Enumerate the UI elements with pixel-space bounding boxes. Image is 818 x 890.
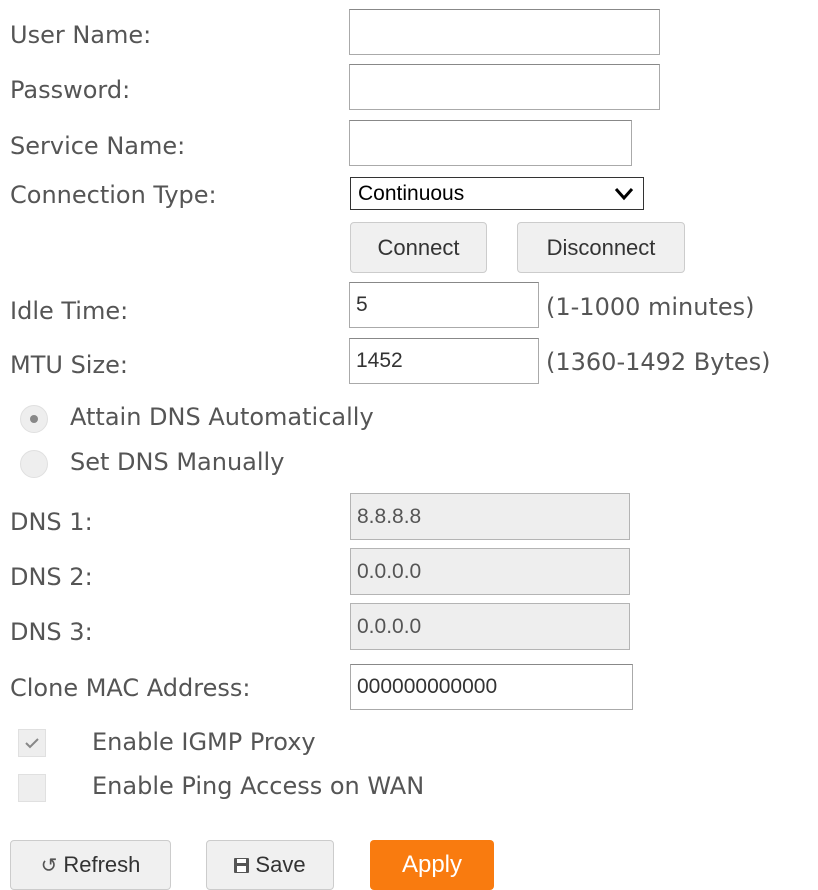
save-button-label: Save <box>255 852 306 877</box>
idle-time-input[interactable] <box>349 282 539 328</box>
user-name-input[interactable] <box>349 9 660 55</box>
connection-type-select[interactable]: Continuous <box>350 177 644 210</box>
dns3-input[interactable] <box>350 603 630 650</box>
idle-time-hint: (1-1000 minutes) <box>546 293 755 321</box>
dns2-label: DNS 2: <box>10 563 93 591</box>
dns2-input[interactable] <box>350 548 630 595</box>
refresh-button-label: Refresh <box>63 852 141 877</box>
refresh-button[interactable]: ↺ Refresh <box>10 840 171 890</box>
igmp-proxy-checkbox[interactable] <box>18 729 46 757</box>
refresh-icon: ↺ <box>40 854 58 877</box>
mtu-size-label: MTU Size: <box>10 351 128 379</box>
mtu-size-hint: (1360-1492 Bytes) <box>546 348 771 376</box>
password-label: Password: <box>10 76 131 104</box>
dns1-input[interactable] <box>350 493 630 540</box>
connection-type-value: Continuous <box>358 181 465 205</box>
attain-dns-auto-label: Attain DNS Automatically <box>70 403 374 431</box>
dns3-label: DNS 3: <box>10 618 93 646</box>
idle-time-label: Idle Time: <box>10 297 129 325</box>
service-name-label: Service Name: <box>10 132 186 160</box>
disconnect-button[interactable]: Disconnect <box>517 222 685 273</box>
connection-type-label: Connection Type: <box>10 181 217 209</box>
apply-button[interactable]: Apply <box>370 840 494 890</box>
save-icon <box>234 857 250 873</box>
mtu-size-input[interactable] <box>349 338 539 384</box>
ping-wan-checkbox[interactable] <box>18 774 46 802</box>
set-dns-manual-label: Set DNS Manually <box>70 448 285 476</box>
service-name-input[interactable] <box>349 120 632 166</box>
ping-wan-label: Enable Ping Access on WAN <box>92 772 425 800</box>
set-dns-manual-radio[interactable] <box>20 450 48 478</box>
chevron-down-icon <box>614 188 634 201</box>
user-name-label: User Name: <box>10 21 152 49</box>
check-icon <box>25 738 39 749</box>
radio-selected-dot <box>30 415 38 423</box>
connect-button[interactable]: Connect <box>350 222 487 273</box>
password-input[interactable] <box>349 64 660 110</box>
attain-dns-auto-radio[interactable] <box>20 405 48 433</box>
clone-mac-label: Clone MAC Address: <box>10 674 251 702</box>
clone-mac-input[interactable] <box>350 664 633 710</box>
igmp-proxy-label: Enable IGMP Proxy <box>92 728 316 756</box>
dns1-label: DNS 1: <box>10 508 93 536</box>
save-button[interactable]: Save <box>206 840 334 890</box>
